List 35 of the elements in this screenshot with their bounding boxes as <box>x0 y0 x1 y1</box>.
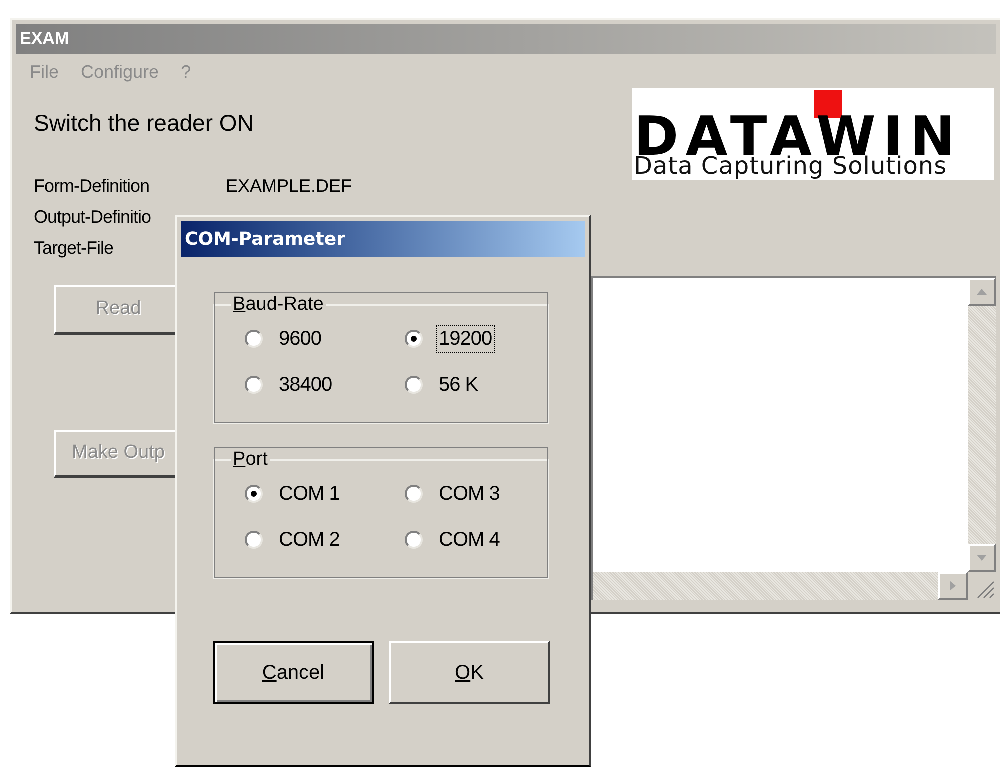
radio-button[interactable] <box>245 530 263 548</box>
field-value: EXAMPLE.DEF <box>226 174 352 198</box>
radio-button[interactable] <box>405 330 423 348</box>
up-arrow-icon <box>977 289 987 295</box>
status-message: Switch the reader ON <box>34 109 255 138</box>
radio-label[interactable]: COM 1 <box>277 480 342 506</box>
group-label: Port <box>232 448 269 472</box>
window-title: EXAM <box>20 28 70 50</box>
horizontal-scrollbar[interactable] <box>593 572 968 600</box>
dialog-title: COM-Parameter <box>185 228 346 252</box>
scroll-down-button[interactable] <box>968 544 996 572</box>
field-label: Output-Definitio <box>34 206 152 229</box>
radio-label[interactable]: COM 2 <box>277 526 342 552</box>
radio-label[interactable]: 19200 <box>437 326 494 352</box>
scroll-up-button[interactable] <box>968 278 996 306</box>
right-arrow-icon <box>950 581 956 591</box>
radio-button[interactable] <box>245 330 263 348</box>
radio-button[interactable] <box>405 530 423 548</box>
radio-label[interactable]: 9600 <box>277 326 324 352</box>
down-arrow-icon <box>977 555 987 561</box>
radio-button[interactable] <box>245 376 263 394</box>
radio-label[interactable]: COM 4 <box>437 526 502 552</box>
group-label: Baud-Rate <box>232 293 325 317</box>
radio-button[interactable] <box>405 484 423 502</box>
radio-button[interactable] <box>405 376 423 394</box>
button[interactable]: OK <box>389 641 550 704</box>
radio-button[interactable] <box>245 484 263 502</box>
button[interactable]: Cancel <box>213 641 374 704</box>
radio-label[interactable]: COM 3 <box>437 480 502 506</box>
logo-name: DATAWIN <box>634 118 962 156</box>
radio-label[interactable]: 56 K <box>437 372 480 398</box>
vertical-scrollbar[interactable] <box>968 278 996 572</box>
scroll-right-button[interactable] <box>938 572 968 600</box>
field-label: Form-Definition <box>34 174 151 198</box>
radio-label[interactable]: 38400 <box>277 372 334 398</box>
